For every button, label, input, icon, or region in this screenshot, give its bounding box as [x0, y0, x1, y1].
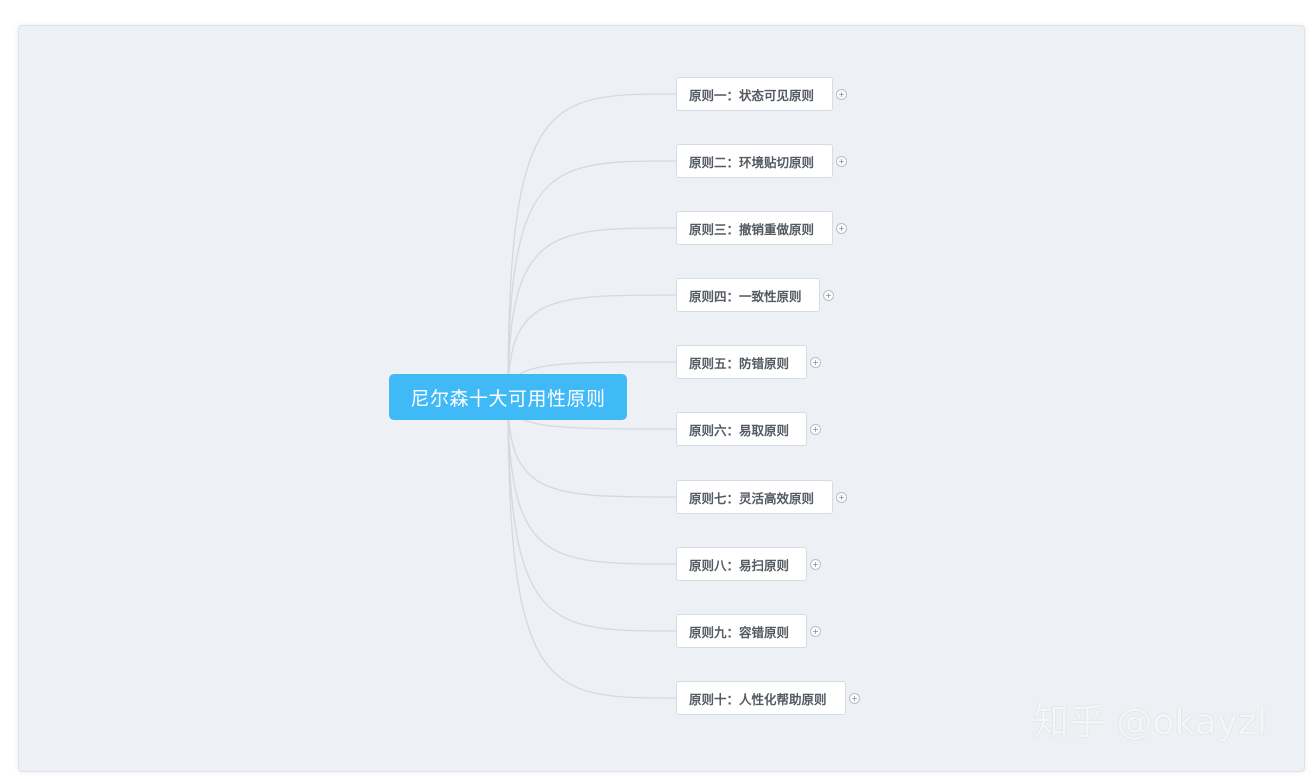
branch-topic[interactable]: 原则六：易取原则: [676, 412, 807, 446]
expand-icon[interactable]: +: [836, 492, 847, 503]
branch-topic[interactable]: 原则八：易扫原则: [676, 547, 807, 581]
expand-icon[interactable]: +: [810, 357, 821, 368]
branch-topic[interactable]: 原则四：一致性原则: [676, 278, 820, 312]
branch-topic-label: 原则五：防错原则: [689, 355, 790, 371]
expand-icon[interactable]: +: [810, 559, 821, 570]
branch-topic-label: 原则十：人性化帮助原则: [689, 691, 827, 707]
branch-topic-label: 原则九：容错原则: [689, 624, 790, 640]
expand-icon[interactable]: +: [836, 223, 847, 234]
connector-line: [507, 396, 677, 699]
connector-line: [507, 396, 677, 565]
branch-topic-label: 原则八：易扫原则: [689, 557, 790, 573]
branch-topic-label: 原则四：一致性原则: [689, 288, 802, 304]
mindmap-connectors: [507, 93, 677, 699]
branch-topic[interactable]: 原则十：人性化帮助原则: [676, 681, 846, 715]
expand-icon[interactable]: +: [849, 693, 860, 704]
branch-topic-label: 原则一：状态可见原则: [689, 87, 815, 103]
expand-icon[interactable]: +: [823, 290, 834, 301]
branch-topic-label: 原则二：环境贴切原则: [689, 154, 815, 170]
root-topic-label: 尼尔森十大可用性原则: [410, 387, 606, 410]
branch-topic-label: 原则六：易取原则: [689, 422, 790, 438]
expand-icon[interactable]: +: [836, 89, 847, 100]
branch-topic-label: 原则七：灵活高效原则: [689, 490, 815, 506]
connector-line: [507, 93, 677, 398]
expand-icon[interactable]: +: [810, 424, 821, 435]
branch-topic-label: 原则三：撤销重做原则: [689, 221, 815, 237]
branch-topic[interactable]: 原则三：撤销重做原则: [676, 211, 833, 245]
branch-topic[interactable]: 原则二：环境贴切原则: [676, 144, 833, 178]
watermark: 知乎 @okayzl: [1033, 702, 1267, 743]
branch-topic[interactable]: 原则七：灵活高效原则: [676, 480, 833, 514]
connector-line: [507, 396, 677, 632]
branch-topic[interactable]: 原则一：状态可见原则: [676, 77, 833, 111]
expand-icon[interactable]: +: [810, 626, 821, 637]
root-topic[interactable]: 尼尔森十大可用性原则: [389, 374, 627, 420]
expand-icon[interactable]: +: [836, 156, 847, 167]
branch-topic[interactable]: 原则五：防错原则: [676, 345, 807, 379]
connector-line: [507, 227, 677, 398]
branch-topic[interactable]: 原则九：容错原则: [676, 614, 807, 648]
